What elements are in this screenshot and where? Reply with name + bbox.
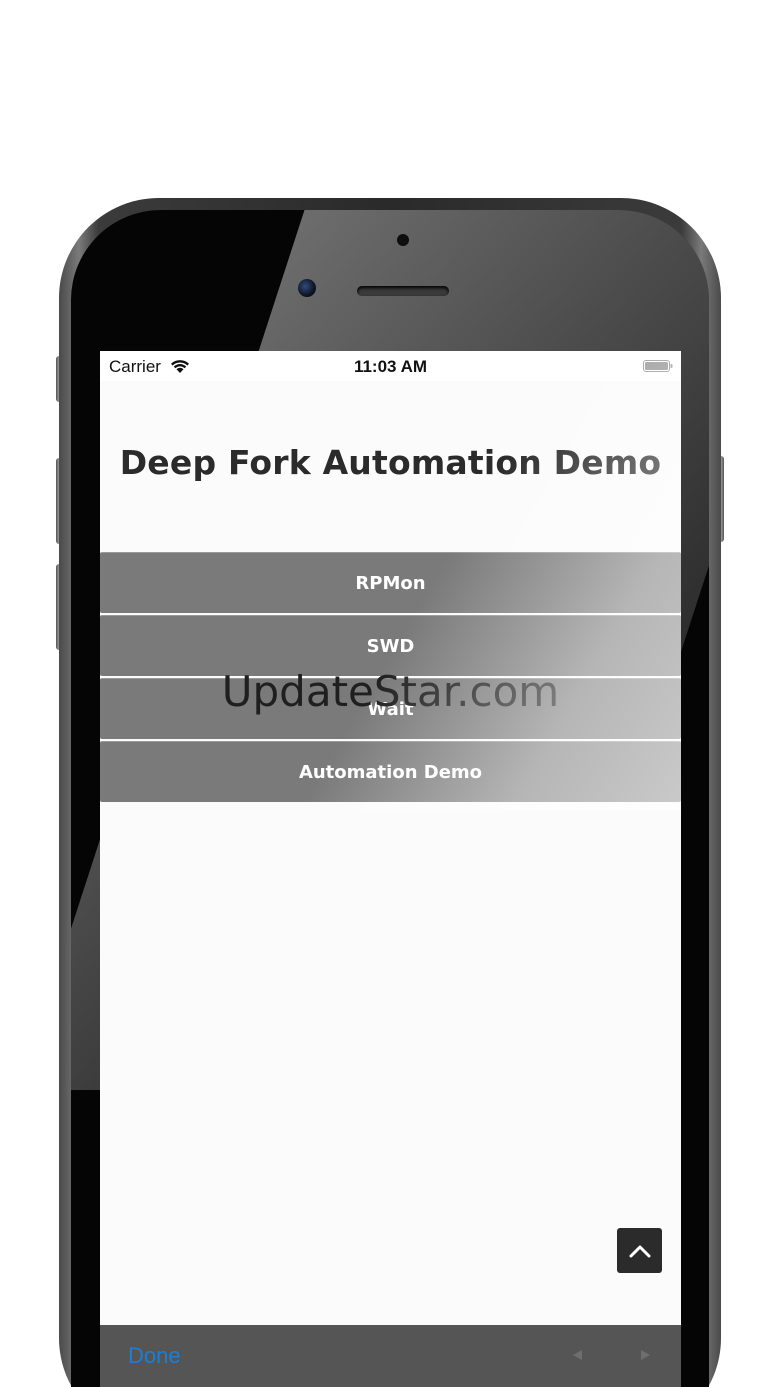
- done-button[interactable]: Done: [128, 1343, 181, 1369]
- menu-item-automation-demo[interactable]: Automation Demo: [100, 741, 681, 802]
- proximity-sensor: [397, 234, 409, 246]
- battery-icon: [643, 360, 673, 372]
- status-time: 11:03 AM: [353, 357, 428, 376]
- main-menu: RPMon SWD Wait Automation Demo: [100, 552, 681, 804]
- triangle-right-icon[interactable]: [637, 1347, 653, 1363]
- keyboard-toolbar: Done: [100, 1325, 681, 1387]
- triangle-left-icon[interactable]: [570, 1347, 586, 1363]
- earpiece-speaker: [357, 286, 449, 296]
- menu-item-swd[interactable]: SWD: [100, 615, 681, 676]
- menu-item-rpmon[interactable]: RPMon: [100, 552, 681, 613]
- page-title: Deep Fork Automation Demo: [119, 443, 662, 482]
- scroll-to-top-button[interactable]: [617, 1228, 662, 1273]
- status-bar: Carrier 11:03 AM: [100, 351, 681, 381]
- menu-item-wait[interactable]: Wait: [100, 678, 681, 739]
- phone-screen: Carrier 11:03 AM Deep Fork Automation De…: [100, 351, 681, 1387]
- stage: Carrier 11:03 AM Deep Fork Automation De…: [0, 0, 780, 1387]
- chevron-up-icon: [629, 1245, 650, 1257]
- front-camera-icon: [298, 279, 316, 297]
